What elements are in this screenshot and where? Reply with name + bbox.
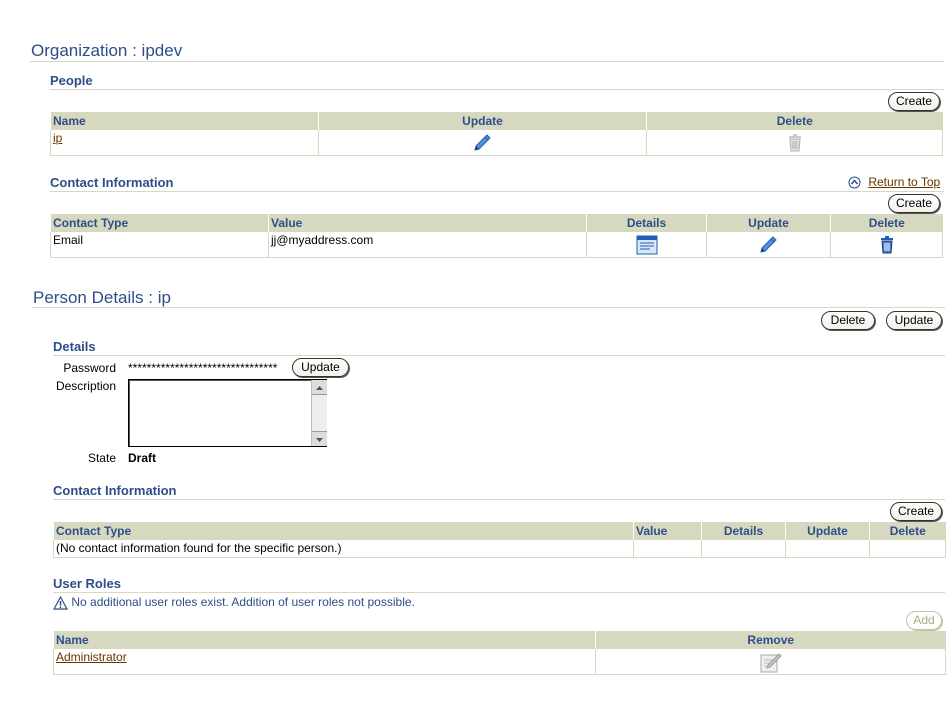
password-label: Password <box>63 361 116 375</box>
pencil-icon[interactable] <box>472 133 494 151</box>
col-remove: Remove <box>595 631 946 649</box>
person-delete-button[interactable]: Delete <box>821 311 875 330</box>
details-heading-rule <box>53 355 945 356</box>
person-title-rule <box>32 307 945 308</box>
state-value: Draft <box>128 451 157 465</box>
col-delete: Delete <box>830 214 943 232</box>
roles-table: Name Remove Administrator <box>53 631 946 675</box>
col-value: Value <box>633 522 702 540</box>
col-update: Update <box>785 522 870 540</box>
user-roles-heading: User Roles <box>53 576 121 591</box>
org-contact-heading: Contact Information <box>50 175 174 190</box>
warning-icon <box>53 595 71 610</box>
role-link-administrator[interactable]: Administrator <box>56 650 127 664</box>
col-contact-type: Contact Type <box>53 522 634 540</box>
password-value: ******************************** <box>128 361 278 375</box>
empty-contact-message: (No contact information found for the sp… <box>53 539 634 558</box>
col-contact-type: Contact Type <box>50 214 269 232</box>
description-label: Description <box>55 379 116 393</box>
scroll-up-button[interactable] <box>312 380 327 395</box>
person-update-button[interactable]: Update <box>886 311 942 330</box>
people-heading-rule <box>50 89 944 90</box>
table-row: ip <box>50 129 943 156</box>
org-contact-create-button[interactable]: Create <box>888 194 940 213</box>
details-icon[interactable] <box>636 235 658 254</box>
person-contact-create-button[interactable]: Create <box>890 502 942 521</box>
return-top-icon <box>848 175 864 189</box>
trash-icon[interactable] <box>879 235 895 253</box>
contact-type-cell: Email <box>50 231 269 258</box>
people-heading: People <box>50 73 93 88</box>
arrow-up-icon <box>316 385 323 390</box>
add-role-button[interactable]: Add <box>906 611 942 630</box>
people-create-button[interactable]: Create <box>888 92 940 111</box>
contact-value-cell: jj@myaddress.com <box>268 231 587 258</box>
table-row: (No contact information found for the sp… <box>53 539 946 558</box>
person-contact-heading-rule <box>53 499 945 500</box>
person-contact-table-header: Contact Type Value Details Update Delete <box>53 522 946 540</box>
person-title: Person Details : ip <box>33 288 171 307</box>
col-role-name: Name <box>53 631 596 649</box>
roles-warning: No additional user roles exist. Addition… <box>53 595 415 610</box>
roles-table-header: Name Remove <box>53 631 946 649</box>
org-title: Organization : ipdev <box>31 41 183 60</box>
col-value: Value <box>268 214 587 232</box>
state-label: State <box>87 451 116 465</box>
return-to-top[interactable]: Return to Top <box>848 175 940 189</box>
arrow-down-icon <box>316 437 323 442</box>
description-textarea[interactable] <box>128 379 327 447</box>
people-table: Name Update Delete ip <box>50 112 943 156</box>
user-roles-heading-rule <box>53 592 945 593</box>
col-delete: Delete <box>646 112 943 130</box>
org-contact-heading-rule <box>50 191 944 192</box>
org-contact-table: Contact Type Value Details Update Delete… <box>50 214 943 258</box>
table-row: Administrator <box>53 648 946 675</box>
details-heading: Details <box>53 339 96 354</box>
col-name: Name <box>50 112 319 130</box>
trash-icon <box>787 133 803 151</box>
description-scrollbar[interactable] <box>311 380 327 446</box>
col-details: Details <box>586 214 707 232</box>
pencil-icon[interactable] <box>758 235 780 253</box>
org-title-rule <box>30 61 944 62</box>
return-to-top-link[interactable]: Return to Top <box>868 175 940 189</box>
person-contact-table: Contact Type Value Details Update Delete… <box>53 522 946 558</box>
remove-role-icon <box>759 652 783 672</box>
roles-warning-text: No additional user roles exist. Addition… <box>71 595 415 609</box>
table-row: Email jj@myaddress.com <box>50 231 943 258</box>
person-contact-heading: Contact Information <box>53 483 177 498</box>
col-details: Details <box>701 522 786 540</box>
password-update-button[interactable]: Update <box>292 358 349 377</box>
col-delete: Delete <box>869 522 946 540</box>
person-link-ip[interactable]: ip <box>53 131 62 145</box>
people-table-header: Name Update Delete <box>50 112 943 130</box>
org-contact-table-header: Contact Type Value Details Update Delete <box>50 214 943 232</box>
col-update: Update <box>318 112 647 130</box>
col-update: Update <box>706 214 831 232</box>
scroll-down-button[interactable] <box>312 431 327 446</box>
